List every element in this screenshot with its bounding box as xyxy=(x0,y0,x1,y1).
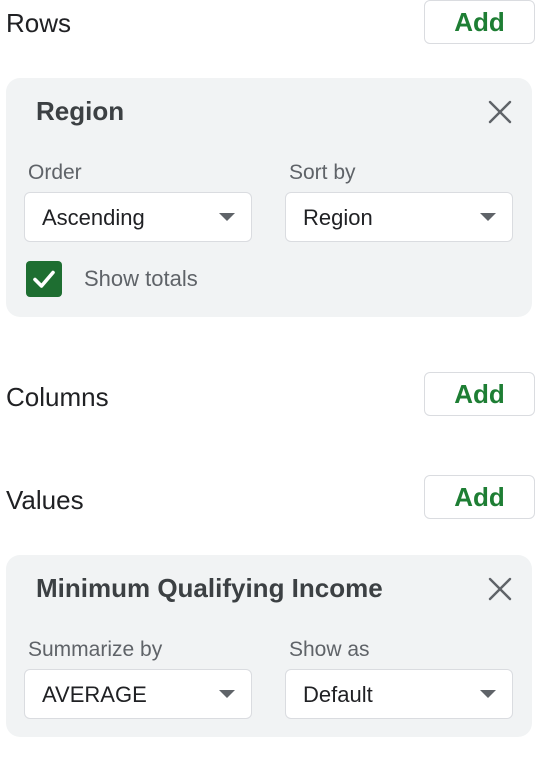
values-income-card: Minimum Qualifying Income Summarize by A… xyxy=(6,555,532,737)
chevron-down-icon xyxy=(219,213,235,221)
values-heading: Values xyxy=(6,485,84,515)
columns-heading: Columns xyxy=(6,382,109,412)
sortby-dropdown[interactable]: Region xyxy=(285,192,513,242)
sortby-label: Sort by xyxy=(289,161,356,184)
summarize-value: AVERAGE xyxy=(42,682,147,707)
summarize-label: Summarize by xyxy=(28,638,163,661)
rows-card-title: Region xyxy=(36,96,125,126)
values-add-button[interactable]: Add xyxy=(424,475,535,519)
order-value: Ascending xyxy=(42,205,145,230)
values-card-title: Minimum Qualifying Income xyxy=(36,573,383,603)
close-icon[interactable] xyxy=(486,98,514,126)
columns-add-button[interactable]: Add xyxy=(424,372,535,416)
sortby-value: Region xyxy=(303,205,373,230)
chevron-down-icon xyxy=(219,690,235,698)
showas-label: Show as xyxy=(289,638,370,661)
showas-value: Default xyxy=(303,682,373,707)
chevron-down-icon xyxy=(480,213,496,221)
chevron-down-icon xyxy=(480,690,496,698)
rows-add-button[interactable]: Add xyxy=(424,0,535,44)
rows-heading: Rows xyxy=(6,8,72,38)
summarize-dropdown[interactable]: AVERAGE xyxy=(24,669,252,719)
close-icon[interactable] xyxy=(486,575,514,603)
showas-dropdown[interactable]: Default xyxy=(285,669,513,719)
rows-region-card: Region Order Ascending Sort by Region Sh… xyxy=(6,78,532,317)
order-dropdown[interactable]: Ascending xyxy=(24,192,252,242)
check-icon xyxy=(33,270,55,288)
show-totals-checkbox[interactable] xyxy=(26,261,62,297)
order-label: Order xyxy=(28,161,82,184)
show-totals-label: Show totals xyxy=(84,266,198,291)
